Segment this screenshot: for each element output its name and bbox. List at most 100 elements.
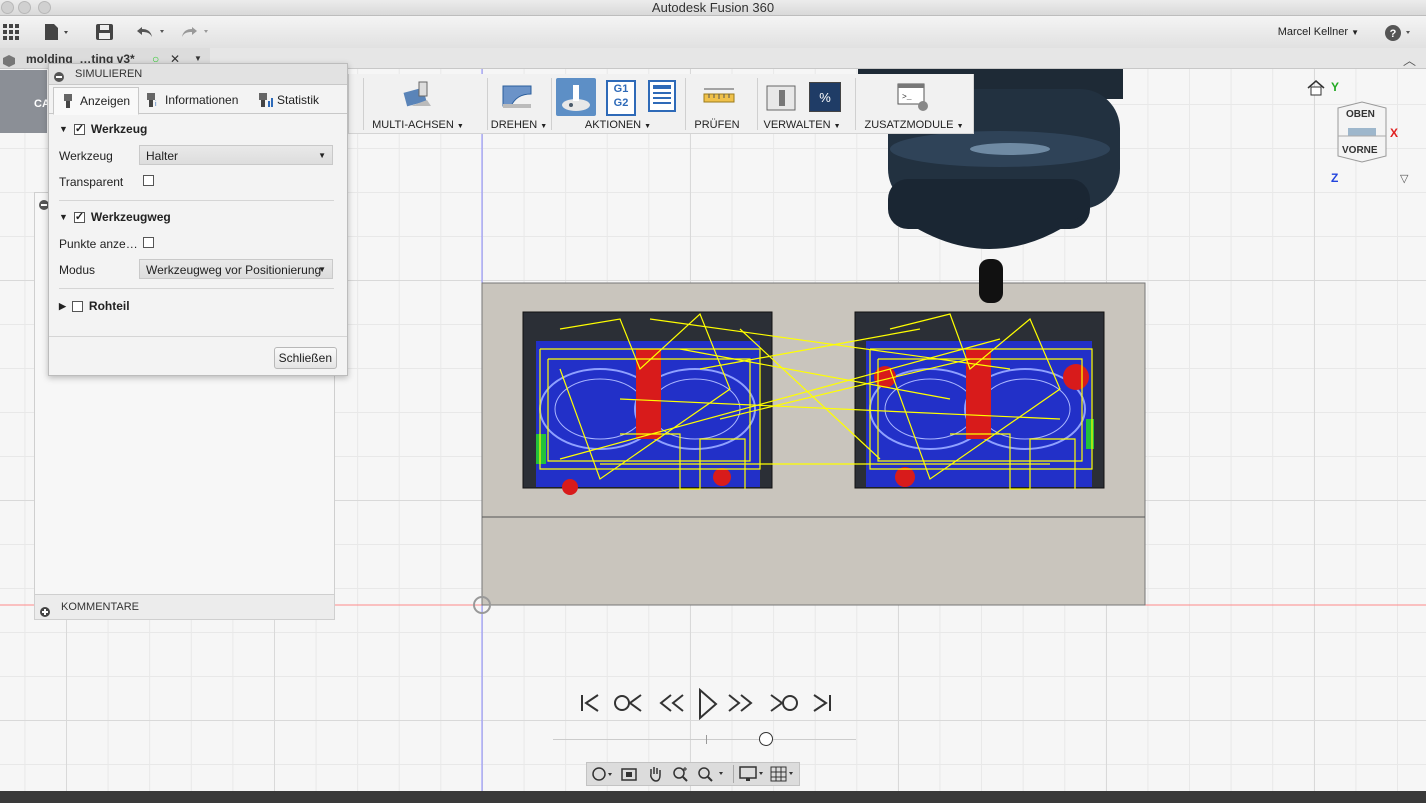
- multi-axis-icon: [403, 81, 431, 107]
- orbit-icon[interactable]: [591, 766, 615, 785]
- tab-label: Anzeigen: [80, 94, 131, 108]
- ribbon-label: VERWALTEN ▼: [763, 119, 841, 131]
- scripts-addins-icon: >_: [897, 83, 928, 111]
- display-settings-icon[interactable]: [739, 766, 767, 785]
- undo-icon[interactable]: [136, 22, 168, 42]
- file-menu-icon[interactable]: [44, 22, 72, 42]
- view-cube[interactable]: OBEN VORNE: [1336, 100, 1388, 166]
- zoom-icon[interactable]: [672, 766, 690, 785]
- toolpath-section-title: Werkzeugweg: [90, 210, 171, 224]
- playback-controls: [575, 688, 845, 726]
- play-icon[interactable]: [697, 688, 719, 720]
- simulate-button[interactable]: [556, 78, 596, 116]
- tab-label: Informationen: [165, 93, 239, 107]
- tab-label: Statistik: [277, 93, 320, 107]
- ribbon-label: AKTIONEN ▼: [584, 119, 652, 131]
- comments-panel[interactable]: KOMMENTARE: [34, 594, 335, 620]
- mode-label: Modus: [59, 263, 96, 277]
- step-forward-icon[interactable]: [727, 692, 753, 714]
- transparent-label: Transparent: [59, 175, 124, 189]
- timeline-track[interactable]: [553, 739, 856, 740]
- ribbon-label: ZUSATZMODULE ▼: [864, 119, 964, 131]
- stock-section-title: Rohteil: [88, 299, 130, 313]
- skip-to-end-icon[interactable]: [811, 692, 833, 714]
- window-title: Autodesk Fusion 360: [651, 0, 775, 15]
- view-cube-top-label: OBEN: [1346, 109, 1375, 120]
- tab-statistics[interactable]: Statistik: [251, 87, 319, 113]
- tool-library-icon: [766, 85, 796, 111]
- tool-display-dropdown[interactable]: Halter ▼: [139, 145, 333, 165]
- ribbon-label: PRÜFEN: [694, 119, 740, 131]
- help-icon[interactable]: ?: [1385, 23, 1415, 43]
- data-panel-grid-icon[interactable]: [3, 22, 20, 42]
- view-cube-front-label: VORNE: [1342, 145, 1378, 156]
- simulate-icon: [562, 85, 590, 111]
- ribbon-group-inspect[interactable]: PRÜFEN: [685, 74, 749, 133]
- grid-settings-icon[interactable]: [770, 766, 798, 785]
- app-toolbar: Marcel Kellner ▼ ?: [0, 16, 1426, 49]
- redo-icon[interactable]: [180, 22, 212, 42]
- show-points-checkbox[interactable]: [143, 237, 154, 248]
- minimize-window-button[interactable]: [18, 1, 31, 14]
- info-tab-icon: i: [147, 93, 157, 107]
- ribbon-group-turning[interactable]: DREHEN ▼: [487, 74, 551, 133]
- collapsed-triangle-icon: ▶: [59, 300, 66, 311]
- show-points-label: Punkte anze…: [59, 237, 138, 251]
- percent-label: %: [819, 90, 831, 105]
- look-at-icon[interactable]: [621, 766, 637, 785]
- ribbon-group-actions[interactable]: G1 G2 AKTIONEN ▼: [551, 74, 685, 133]
- ribbon-group-manage[interactable]: % VERWALTEN ▼: [757, 74, 847, 133]
- simulation-dialog: SIMULIEREN Anzeigen i Informationen Stat…: [48, 63, 348, 376]
- view-cube-menu-icon[interactable]: ▽: [1400, 172, 1408, 185]
- tab-display[interactable]: Anzeigen: [53, 87, 139, 115]
- dialog-header[interactable]: SIMULIEREN: [49, 64, 347, 85]
- previous-operation-icon[interactable]: [613, 692, 643, 714]
- navigation-bar: [586, 762, 800, 786]
- tool-section-title: Werkzeug: [90, 122, 148, 136]
- step-back-icon[interactable]: [659, 692, 685, 714]
- svg-text:i: i: [155, 101, 157, 107]
- svg-text:?: ?: [1390, 28, 1397, 40]
- timeline-marker: [706, 735, 707, 744]
- zoom-window-button[interactable]: [38, 1, 51, 14]
- post-process-button[interactable]: G1 G2: [606, 80, 636, 116]
- dropdown-value: Werkzeugweg vor Positionierung: [146, 263, 322, 277]
- next-operation-icon[interactable]: [769, 692, 799, 714]
- left-pocket: [522, 311, 773, 495]
- toolpath-visible-checkbox[interactable]: [73, 210, 85, 223]
- expand-comments-icon[interactable]: [40, 602, 50, 626]
- toolpath-section-header[interactable]: ▼ Werkzeugweg: [59, 210, 171, 225]
- collapse-chevron-icon[interactable]: ︿: [1403, 50, 1416, 69]
- expanded-triangle-icon: ▼: [59, 212, 68, 222]
- expanded-triangle-icon: ▼: [59, 124, 68, 134]
- measure-ruler-icon: [703, 88, 735, 103]
- close-button[interactable]: Schließen: [273, 347, 337, 369]
- save-icon[interactable]: [96, 22, 113, 42]
- workspace-selector[interactable]: CA: [0, 70, 50, 133]
- setup-sheet-icon[interactable]: [648, 80, 676, 112]
- user-name: Marcel Kellner: [1277, 26, 1349, 38]
- transparent-checkbox[interactable]: [143, 175, 154, 186]
- skip-to-start-icon[interactable]: [579, 692, 601, 714]
- timeline-slider-thumb[interactable]: [759, 732, 774, 746]
- toolpath-mode-dropdown[interactable]: Werkzeugweg vor Positionierung ▼: [139, 259, 333, 279]
- chevron-down-icon: ▼: [318, 151, 326, 160]
- axis-y-label: Y: [1331, 80, 1340, 94]
- ribbon-group-multi-axis[interactable]: MULTI-ACHSEN ▼: [349, 74, 487, 133]
- home-view-icon[interactable]: [1307, 79, 1325, 100]
- stock-visible-checkbox[interactable]: [71, 300, 83, 312]
- axis-x-label: X: [1390, 126, 1399, 140]
- pan-hand-icon[interactable]: [647, 766, 663, 785]
- stock-section-header[interactable]: ▶ Rohteil: [59, 299, 130, 313]
- fit-zoom-icon[interactable]: [697, 766, 727, 785]
- ribbon-group-addins[interactable]: >_ ZUSATZMODULE ▼: [855, 74, 973, 133]
- dropdown-value: Halter: [146, 149, 179, 163]
- tool-visible-checkbox[interactable]: [73, 122, 85, 135]
- chevron-down-icon: ▼: [1351, 28, 1359, 37]
- tab-information[interactable]: i Informationen: [139, 87, 238, 113]
- tool-section-header[interactable]: ▼ Werkzeug: [59, 122, 148, 137]
- ribbon-label: DREHEN ▼: [490, 119, 548, 131]
- close-window-button[interactable]: [1, 1, 14, 14]
- post-library-icon: %: [809, 82, 841, 112]
- user-account-menu[interactable]: Marcel Kellner ▼: [1278, 26, 1359, 38]
